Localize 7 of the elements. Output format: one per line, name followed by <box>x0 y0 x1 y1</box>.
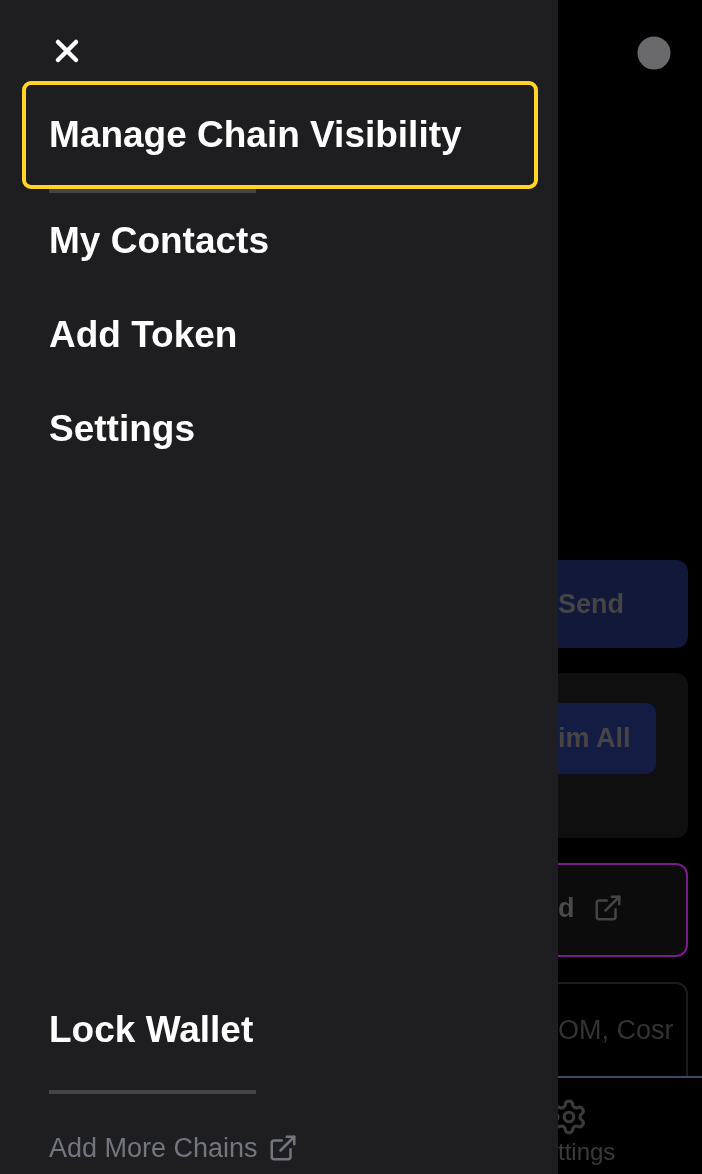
add-chains-link[interactable]: Add More Chains <box>49 1122 538 1174</box>
promo-text: d <box>558 892 575 924</box>
menu-item[interactable]: Add Token <box>22 287 538 381</box>
menu-item[interactable]: Manage Chain Visibility <box>22 81 538 189</box>
menu-item[interactable]: Settings <box>22 381 538 475</box>
lock-wallet-button[interactable]: Lock Wallet <box>22 982 538 1070</box>
menu-item[interactable]: My Contacts <box>22 193 538 287</box>
